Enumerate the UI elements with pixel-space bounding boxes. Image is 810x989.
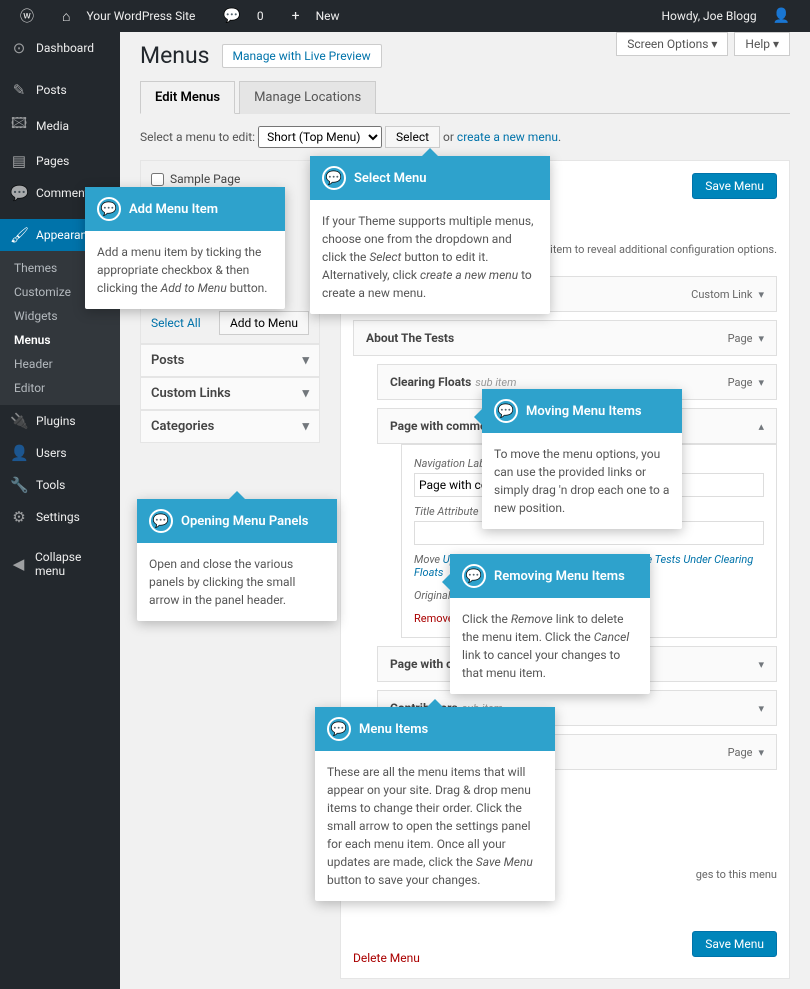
tooltip-remove: 💬Removing Menu Items Click the Remove li… (450, 554, 650, 694)
page-title: Menus (140, 42, 210, 69)
sub-editor[interactable]: Editor (0, 376, 120, 400)
admin-bar: ⓦ ⌂Your WordPress Site 💬0 +New Howdy, Jo… (0, 0, 810, 32)
screen-options-button[interactable]: Screen Options ▾ (616, 32, 728, 56)
chevron-down-icon: ▾ (758, 702, 764, 715)
tab-manage-locations[interactable]: Manage Locations (239, 81, 376, 114)
select-menu-row: Select a menu to edit: Short (Top Menu) … (140, 114, 790, 160)
sub-menus[interactable]: Menus (0, 328, 120, 352)
tip-icon: 💬 (327, 717, 351, 741)
howdy-link[interactable]: Howdy, Joe Blogg👤 (649, 8, 802, 24)
add-to-menu-button[interactable]: Add to Menu (219, 311, 309, 335)
create-menu-link[interactable]: create a new menu (457, 130, 558, 144)
sub-header[interactable]: Header (0, 352, 120, 376)
nav-tabs: Edit Menus Manage Locations (140, 81, 790, 114)
tip-icon: 💬 (149, 509, 173, 533)
sidebar-users[interactable]: 👤Users (0, 437, 120, 469)
tip-icon: 💬 (494, 399, 518, 423)
site-link[interactable]: ⌂Your WordPress Site (50, 8, 207, 25)
select-label: Select a menu to edit: (140, 130, 255, 144)
tooltip-select-menu: 💬Select Menu If your Theme supports mult… (310, 156, 550, 314)
menu-select[interactable]: Short (Top Menu) (258, 126, 382, 148)
tooltip-moving: 💬Moving Menu Items To move the menu opti… (482, 389, 682, 529)
save-menu-button[interactable]: Save Menu (692, 173, 777, 199)
tooltip-add-item: 💬Add Menu Item Add a menu item by tickin… (85, 187, 285, 309)
chevron-down-icon: ▾ (758, 746, 764, 759)
sidebar-tools[interactable]: 🔧Tools (0, 469, 120, 501)
menu-item[interactable]: About The TestsPage▾ (353, 320, 777, 356)
tab-edit-menus[interactable]: Edit Menus (140, 81, 235, 114)
sidebar-dashboard[interactable]: ⊙Dashboard (0, 32, 120, 64)
posts-panel-head[interactable]: Posts▾ (140, 344, 320, 377)
tooltip-items: 💬Menu Items These are all the menu items… (315, 707, 555, 901)
new-link[interactable]: +New (280, 8, 352, 24)
tip-icon: 💬 (322, 166, 346, 190)
chevron-down-icon: ▾ (302, 353, 309, 368)
chevron-down-icon: ▾ (758, 658, 764, 671)
page-checkbox[interactable]: Sample Page (151, 169, 309, 189)
sidebar-plugins[interactable]: 🔌Plugins (0, 405, 120, 437)
tip-icon: 💬 (97, 197, 121, 221)
main-content: Screen Options ▾ Help ▾ Menus Manage wit… (120, 32, 810, 989)
save-menu-button[interactable]: Save Menu (692, 931, 777, 957)
chevron-down-icon: ▾ (758, 376, 764, 389)
remove-link[interactable]: Remove (414, 612, 454, 625)
comments-link[interactable]: 💬0 (211, 8, 275, 24)
sidebar-collapse[interactable]: ◀Collapse menu (0, 543, 120, 585)
help-button[interactable]: Help ▾ (734, 32, 790, 56)
tooltip-open-panels: 💬Opening Menu Panels Open and close the … (137, 499, 337, 621)
admin-sidebar: ⊙Dashboard ✎Posts 🖾Media ▤Pages 💬Comment… (0, 32, 120, 989)
sidebar-posts[interactable]: ✎Posts (0, 74, 120, 106)
sidebar-pages[interactable]: ▤Pages (0, 145, 120, 177)
wp-logo[interactable]: ⓦ (8, 6, 46, 26)
tip-icon: 💬 (462, 564, 486, 588)
live-preview-link[interactable]: Manage with Live Preview (222, 44, 382, 68)
custom-links-panel-head[interactable]: Custom Links▾ (140, 377, 320, 410)
sidebar-settings[interactable]: ⚙Settings (0, 501, 120, 533)
sidebar-media[interactable]: 🖾Media (0, 106, 120, 145)
select-all-link[interactable]: Select All (151, 316, 201, 330)
chevron-down-icon: ▾ (758, 332, 764, 345)
chevron-down-icon: ▾ (302, 386, 309, 401)
delete-menu-link[interactable]: Delete Menu (353, 951, 420, 965)
chevron-down-icon: ▾ (302, 419, 309, 434)
chevron-up-icon: ▴ (758, 420, 764, 433)
categories-panel-head[interactable]: Categories▾ (140, 410, 320, 443)
chevron-down-icon: ▾ (758, 288, 764, 301)
